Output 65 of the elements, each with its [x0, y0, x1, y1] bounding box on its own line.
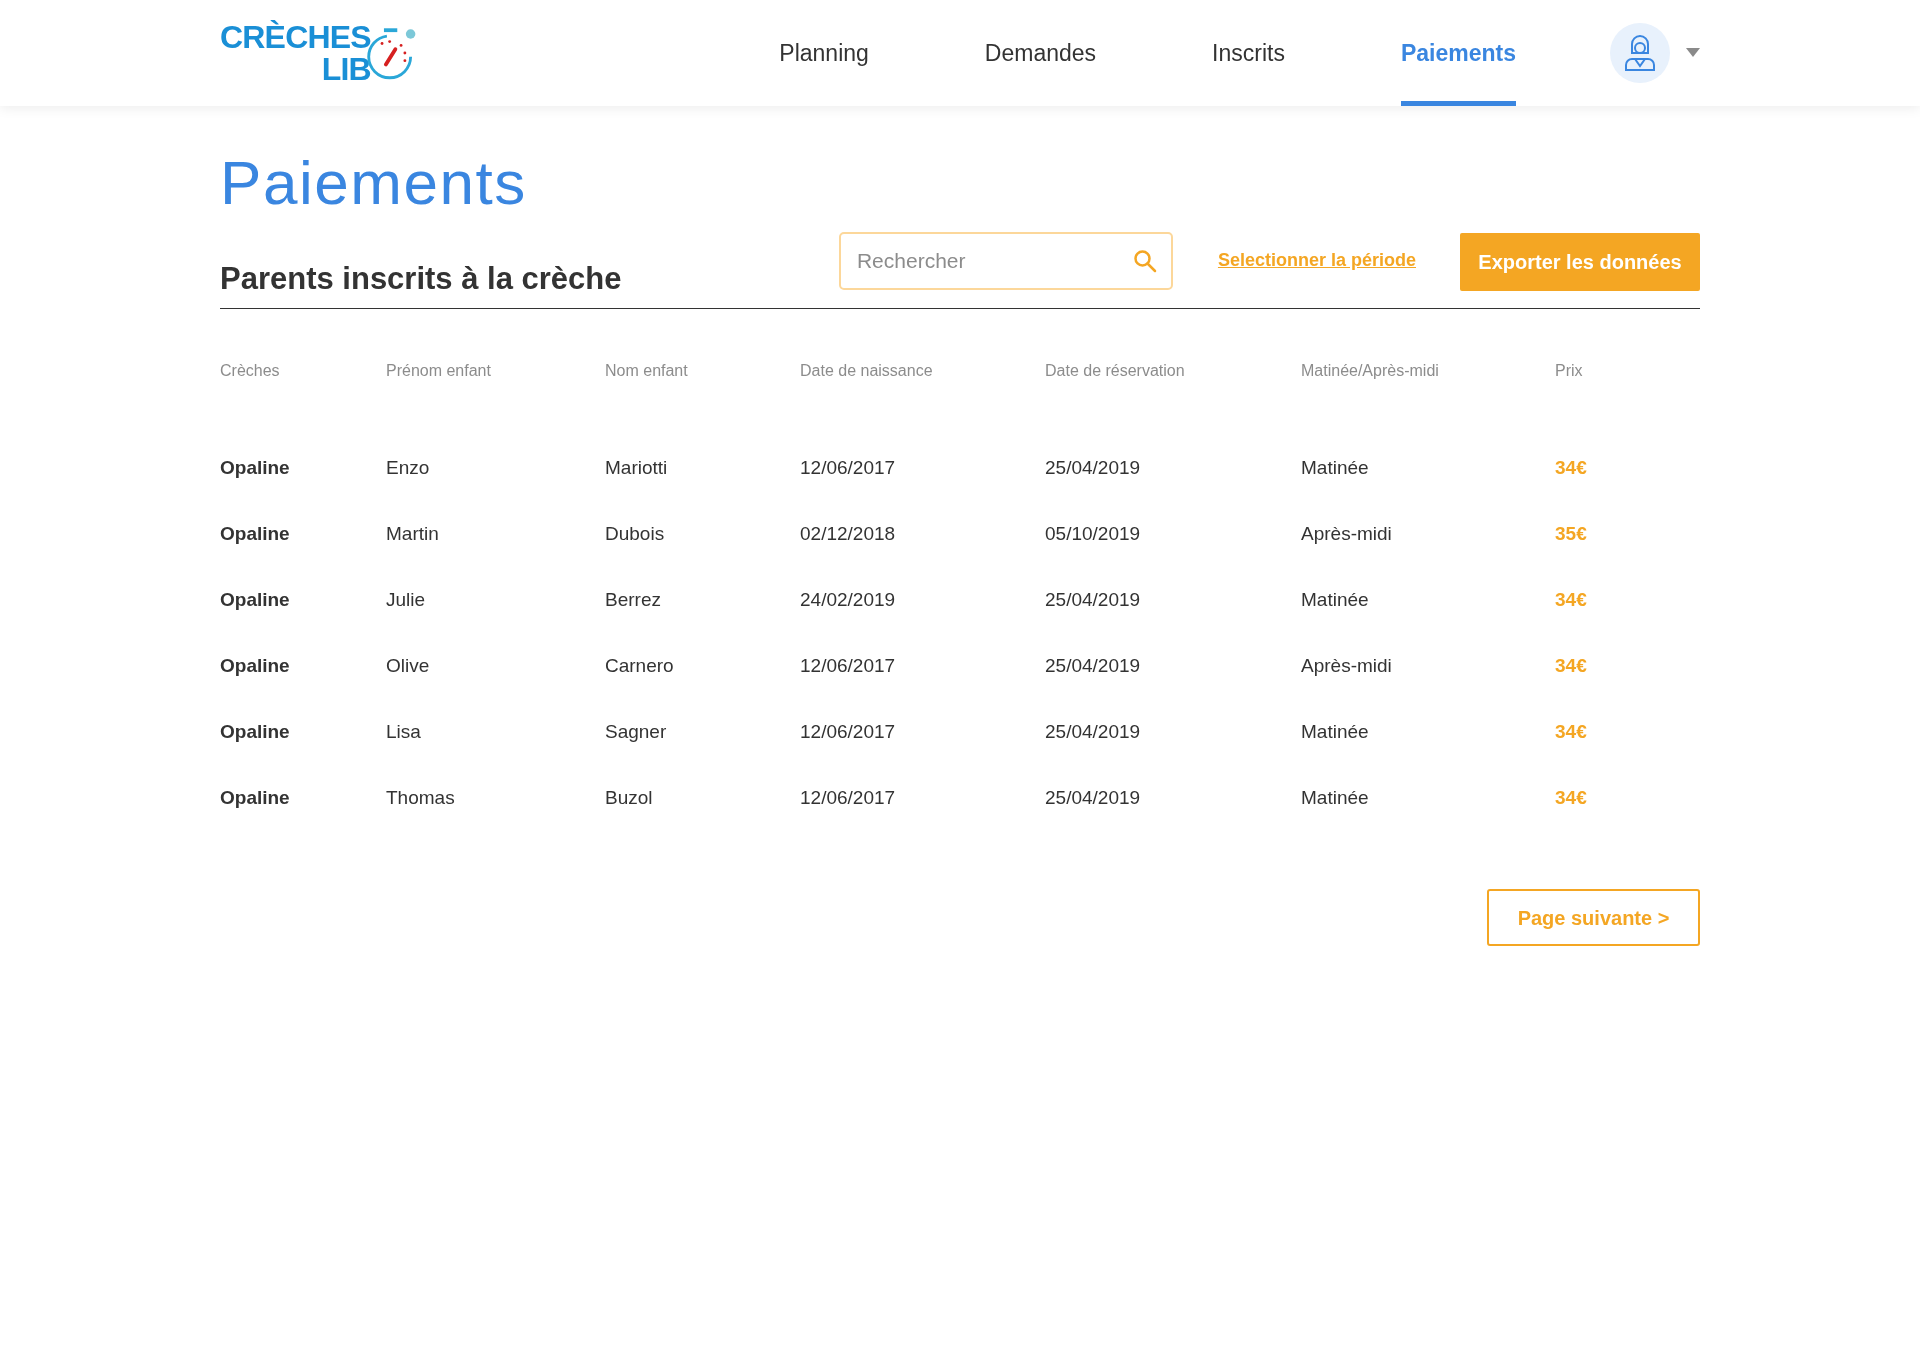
table-cell-text: 34€: [1555, 653, 1588, 678]
table-cell-text: 12/06/2017: [800, 653, 897, 678]
search-icon[interactable]: [1132, 249, 1157, 273]
table-cell-text: Après-midi: [1301, 653, 1393, 678]
period-link[interactable]: Selectionner la période: [1217, 247, 1416, 274]
person-icon: [1624, 35, 1656, 71]
column-header: Date de naissance: [800, 361, 934, 381]
table-cell-text: Matinée: [1301, 455, 1370, 480]
table-cell-text: Berrez: [605, 587, 662, 612]
logo-text: CRÈCHES: [220, 21, 371, 53]
table-cell-text: Matinée: [1301, 719, 1370, 744]
table-cell-text: 34€: [1555, 587, 1588, 612]
table-cell-text: 02/12/2018: [800, 521, 897, 546]
table-cell-text: 25/04/2019: [1045, 587, 1142, 612]
section-title: Parents inscrits à la crèche: [220, 263, 622, 294]
table-cell-text: Lisa: [386, 719, 422, 744]
search-field[interactable]: Rechercher: [838, 232, 1173, 290]
table-cell-text: 12/06/2017: [800, 719, 897, 744]
logo-text: LIB: [321, 53, 371, 85]
column-header: Crèches: [220, 361, 281, 381]
table-cell-text: Opaline: [220, 785, 291, 810]
table-cell-text: 24/02/2019: [800, 587, 897, 612]
column-header: Prix: [1555, 361, 1584, 381]
table-cell-text: Opaline: [220, 521, 291, 546]
next-page-button[interactable]: Page suivante >: [1487, 889, 1700, 946]
nav-tab[interactable]: Paiements: [1400, 0, 1516, 106]
table-cell-text: 34€: [1555, 455, 1588, 480]
table-cell-text: Opaline: [220, 653, 291, 678]
nav-tab[interactable]: Demandes: [984, 0, 1097, 106]
table-cell-text: Thomas: [386, 785, 456, 810]
table-cell-text: 12/06/2017: [800, 785, 897, 810]
column-header: Date de réservation: [1045, 361, 1186, 381]
table-cell-text: 34€: [1555, 785, 1588, 810]
table-cell-text: 25/04/2019: [1045, 653, 1142, 678]
table-cell-text: Martin: [386, 521, 440, 546]
table-cell-text: Sagner: [605, 719, 668, 744]
table-cell-text: Après-midi: [1301, 521, 1393, 546]
table-cell-text: Olive: [386, 653, 431, 678]
table-cell-text: Julie: [386, 587, 427, 612]
table-cell-text: Matinée: [1301, 587, 1370, 612]
table-cell-text: Dubois: [605, 521, 666, 546]
table-cell-text: Opaline: [220, 587, 291, 612]
table-cell-text: Enzo: [386, 455, 431, 480]
table-cell-text: 05/10/2019: [1045, 521, 1142, 546]
column-header: Matinée/Après-midi: [1301, 361, 1440, 381]
table-cell-text: 35€: [1555, 521, 1588, 546]
export-button[interactable]: Exporter les données: [1460, 233, 1700, 291]
table-cell-text: Mariotti: [605, 455, 669, 480]
table-cell-text: 25/04/2019: [1045, 455, 1142, 480]
column-header: Nom enfant: [605, 361, 689, 381]
table-cell-text: 34€: [1555, 719, 1588, 744]
column-header: Prénom enfant: [386, 361, 492, 381]
table-cell-text: 25/04/2019: [1045, 785, 1142, 810]
caret-icon[interactable]: [1686, 48, 1700, 58]
nav-tab[interactable]: Planning: [779, 0, 869, 106]
table-cell-text: Buzol: [605, 785, 654, 810]
table-cell-text: Matinée: [1301, 785, 1370, 810]
page-title: Paiements: [220, 152, 528, 214]
table-cell-text: 25/04/2019: [1045, 719, 1142, 744]
logo[interactable]: CRÈCHES LIB: [220, 18, 420, 88]
table-cell-text: Opaline: [220, 455, 291, 480]
table-cell-text: Opaline: [220, 719, 291, 744]
table-cell-text: Carnero: [605, 653, 675, 678]
nav-tab[interactable]: Inscrits: [1212, 0, 1285, 106]
table-cell-text: 12/06/2017: [800, 455, 897, 480]
